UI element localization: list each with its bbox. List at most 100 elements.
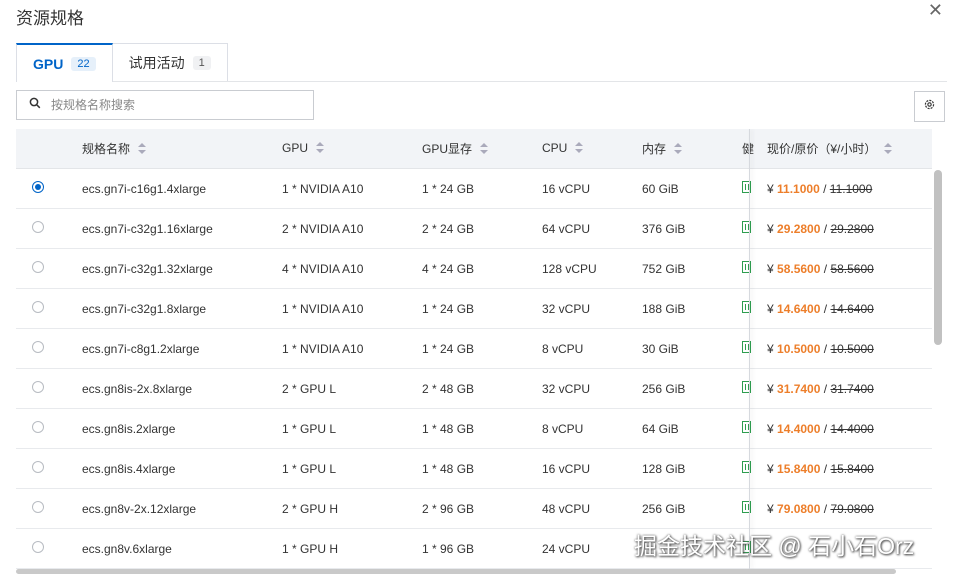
tab-count-badge: 22 (71, 56, 96, 71)
column-header-gpu[interactable]: GPU (282, 141, 325, 156)
row-select-radio[interactable] (32, 221, 44, 236)
price-separator: / (823, 461, 828, 476)
spec-name: ecs.gn7i-c32g1.8xlarge (82, 301, 207, 316)
cpu-cell: 16 vCPU (542, 181, 591, 196)
current-price: 31.7400 (777, 381, 821, 396)
gpu-cell: 2 * NVIDIA A10 (282, 221, 364, 236)
original-price: 31.7400 (830, 381, 874, 396)
gpu-cell: 1 * GPU L (282, 461, 337, 476)
current-price: 14.4000 (777, 421, 821, 436)
table-row[interactable]: ecs.gn8is.4xlarge 1 * GPU L 1 * 48 GB 16 vC… (16, 449, 932, 489)
row-select-radio[interactable] (32, 501, 44, 516)
current-price: 11.1000 (777, 181, 820, 196)
cpu-cell: 8 vCPU (542, 341, 584, 356)
currency-symbol: ¥ (767, 341, 774, 356)
row-select-radio[interactable] (32, 421, 44, 436)
cpu-cell: 16 vCPU (542, 461, 591, 476)
row-select-radio[interactable] (32, 341, 44, 356)
price-cell: ¥ 14.6400 / 14.6400 (767, 302, 874, 316)
table-row[interactable]: ecs.gn8v-2x.12xlarge 2 * GPU H 2 * 96 GB 48… (16, 489, 932, 529)
cpu-cell: 128 vCPU (542, 261, 597, 276)
gpu-memory-cell: 4 * 24 GB (422, 261, 475, 276)
gpu-memory-cell: 1 * 48 GB (422, 461, 475, 476)
currency-symbol: ¥ (767, 221, 774, 236)
spec-name: ecs.gn8is-2x.8xlarge (82, 381, 193, 396)
table-row[interactable]: ecs.gn7i-c32g1.16xlarge 2 * NVIDIA A10 2 *… (16, 209, 932, 249)
tab-label: GPU (33, 55, 64, 72)
spec-table: 规格名称 GPU GPU显存 CPU 内存 健 现价/原价（¥/小时） ecs.… (16, 129, 932, 569)
column-header-gpu-memory[interactable]: GPU显存 (422, 140, 489, 157)
fixed-column-divider (749, 129, 750, 569)
column-header-memory[interactable]: 内存 (642, 140, 683, 157)
row-select-radio[interactable] (32, 461, 44, 476)
current-price: 14.6400 (777, 301, 821, 316)
close-icon[interactable]: ✕ (928, 0, 943, 21)
price-cell: ¥ 58.5600 / 58.5600 (767, 262, 874, 276)
sort-icon (674, 142, 683, 157)
price-separator: / (823, 261, 828, 276)
settings-button[interactable] (914, 91, 945, 122)
spec-name: ecs.gn7i-c8g1.2xlarge (82, 341, 200, 356)
gpu-cell: 2 * GPU L (282, 381, 337, 396)
price-cell: ¥ 29.2800 / 29.2800 (767, 222, 874, 236)
table-row[interactable]: ecs.gn8is.2xlarge 1 * GPU L 1 * 48 GB 8 vCP… (16, 409, 932, 449)
spec-name: ecs.gn7i-c32g1.16xlarge (82, 221, 213, 236)
currency-symbol: ¥ (767, 301, 774, 316)
row-select-radio[interactable] (32, 261, 44, 276)
spec-name: ecs.gn8v.6xlarge (82, 541, 172, 556)
table-row[interactable]: ecs.gn8is-2x.8xlarge 2 * GPU L 2 * 48 GB 32… (16, 369, 932, 409)
price-cell: ¥ 10.5000 / 10.5000 (767, 342, 874, 356)
sort-icon (138, 142, 147, 157)
currency-symbol: ¥ (767, 421, 774, 436)
price-separator: / (823, 181, 827, 196)
table-row[interactable]: ecs.gn7i-c32g1.8xlarge 1 * NVIDIA A10 1 * … (16, 289, 932, 329)
watermark-text: 掘金技术社区 @ 石小石Orz (634, 533, 915, 559)
tab-trial[interactable]: 试用活动 1 (112, 43, 228, 81)
row-select-radio[interactable] (32, 541, 44, 556)
currency-symbol: ¥ (767, 381, 774, 396)
current-price: 15.8400 (777, 461, 821, 476)
current-price: 10.5000 (777, 341, 821, 356)
price-separator: / (823, 381, 828, 396)
currency-symbol: ¥ (767, 181, 774, 196)
vertical-scrollbar[interactable] (934, 170, 942, 345)
gpu-cell: 1 * NVIDIA A10 (282, 181, 364, 196)
sort-icon (884, 142, 893, 157)
table-row[interactable]: ecs.gn7i-c8g1.2xlarge 1 * NVIDIA A10 1 * 2… (16, 329, 932, 369)
sort-icon (316, 141, 325, 156)
price-separator: / (823, 501, 828, 516)
current-price: 58.5600 (777, 261, 821, 276)
horizontal-scrollbar[interactable] (16, 569, 896, 574)
gpu-memory-cell: 2 * 24 GB (422, 221, 475, 236)
tab-bar: GPU 22 试用活动 1 (16, 43, 228, 82)
row-select-radio[interactable] (32, 181, 44, 196)
search-box[interactable] (16, 90, 314, 120)
row-select-radio[interactable] (32, 381, 44, 396)
row-select-radio[interactable] (32, 301, 44, 316)
column-header-price[interactable]: 现价/原价（¥/小时） (767, 140, 893, 157)
price-separator: / (823, 341, 828, 356)
gpu-cell: 1 * GPU H (282, 541, 339, 556)
spec-name: ecs.gn8is.4xlarge (82, 461, 176, 476)
price-cell: ¥ 14.4000 / 14.4000 (767, 422, 874, 436)
column-header-name[interactable]: 规格名称 (82, 140, 147, 157)
table-body: ecs.gn7i-c16g1.4xlarge 1 * NVIDIA A10 1 * … (16, 169, 932, 569)
tab-label: 试用活动 (128, 54, 185, 71)
price-cell: ¥ 79.0800 / 79.0800 (767, 502, 874, 516)
price-separator: / (823, 421, 828, 436)
memory-cell: 60 GiB (642, 181, 679, 196)
spec-name: ecs.gn7i-c16g1.4xlarge (82, 181, 207, 196)
column-header-cpu[interactable]: CPU (542, 141, 584, 156)
gpu-cell: 1 * NVIDIA A10 (282, 341, 364, 356)
table-row[interactable]: ecs.gn7i-c32g1.32xlarge 4 * NVIDIA A10 4 *… (16, 249, 932, 289)
sort-icon (480, 142, 489, 157)
memory-cell: 188 GiB (642, 301, 686, 316)
search-icon (29, 96, 41, 114)
table-header: 规格名称 GPU GPU显存 CPU 内存 健 现价/原价（¥/小时） (16, 129, 932, 169)
tab-gpu[interactable]: GPU 22 (16, 43, 113, 82)
table-row[interactable]: ecs.gn7i-c16g1.4xlarge 1 * NVIDIA A10 1 * … (16, 169, 932, 209)
gpu-cell: 2 * GPU H (282, 501, 339, 516)
gpu-memory-cell: 1 * 24 GB (422, 181, 475, 196)
search-input[interactable] (49, 97, 293, 113)
gpu-memory-cell: 1 * 96 GB (422, 541, 475, 556)
